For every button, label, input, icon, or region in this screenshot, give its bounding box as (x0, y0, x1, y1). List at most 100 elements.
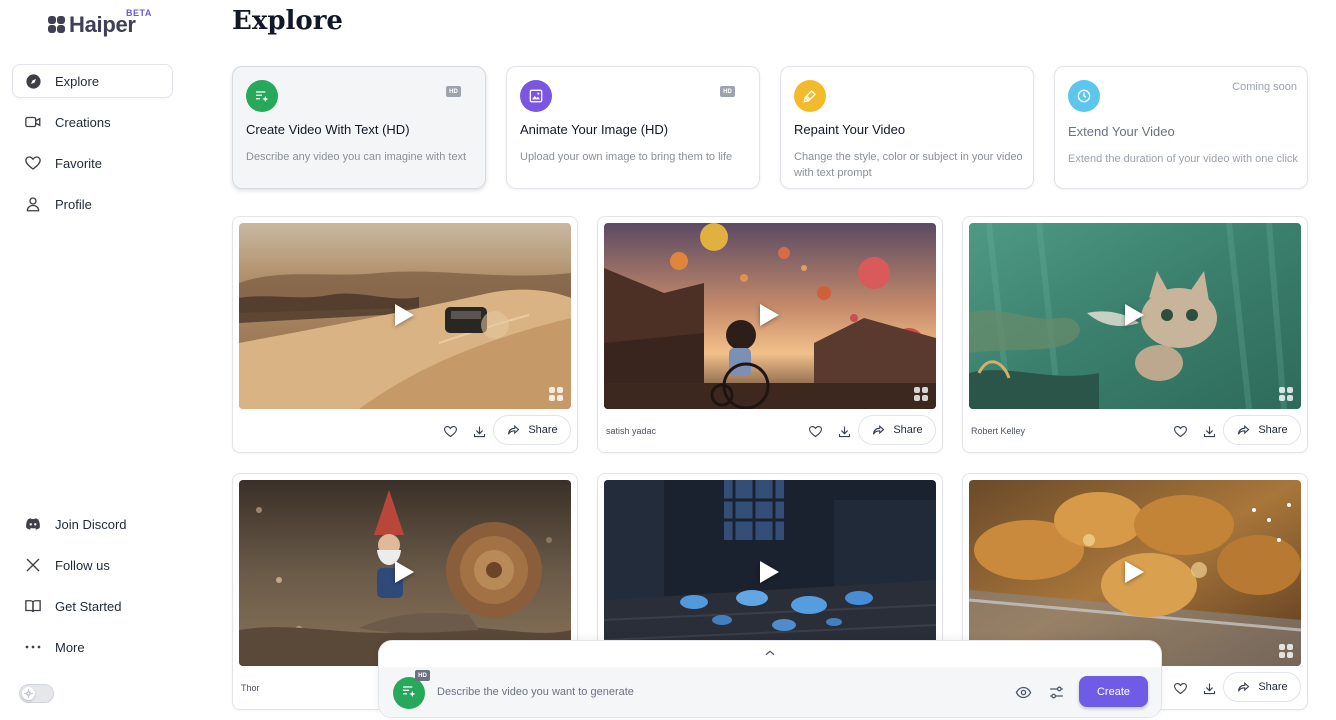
heart-icon (24, 154, 42, 172)
hd-badge: HD (415, 670, 430, 681)
play-icon[interactable] (1125, 304, 1144, 326)
haiper-logo-mark-icon (48, 16, 66, 34)
sidebar-item-label: Favorite (55, 155, 102, 171)
download-icon[interactable] (1199, 421, 1219, 441)
hd-badge: HD (720, 86, 735, 97)
heart-icon[interactable] (440, 421, 460, 441)
author-name[interactable]: Robert Kelley (971, 426, 1025, 436)
video-thumbnail[interactable] (239, 223, 571, 409)
sidebar-item-label: Explore (55, 73, 100, 89)
feature-desc: Upload your own image to bring them to l… (520, 151, 733, 163)
download-icon[interactable] (469, 421, 489, 441)
card-footer: Share (233, 415, 577, 447)
image-icon (520, 80, 552, 112)
play-icon[interactable] (760, 561, 779, 583)
sidebar-item-label: More (55, 639, 85, 655)
video-thumbnail[interactable] (969, 223, 1301, 409)
user-icon (24, 195, 42, 213)
beta-badge: BETA (126, 8, 152, 18)
chevron-up-icon (763, 645, 777, 663)
theme-toggle[interactable] (19, 684, 54, 703)
clock-icon (1068, 80, 1100, 112)
sidebar-item-favorite[interactable]: Favorite (12, 146, 173, 180)
download-icon[interactable] (834, 421, 854, 441)
prompt-bar: HD Create (378, 640, 1162, 718)
sidebar-item-explore[interactable]: Explore (12, 64, 173, 98)
heart-icon[interactable] (805, 421, 825, 441)
haiper-watermark-icon (1279, 644, 1293, 658)
share-label: Share (528, 424, 558, 436)
share-label: Share (893, 424, 923, 436)
play-icon[interactable] (760, 304, 779, 326)
author-name[interactable]: satish yadac (606, 426, 656, 436)
haiper-watermark-icon (549, 387, 563, 401)
download-icon[interactable] (1199, 678, 1219, 698)
haiper-logo[interactable]: Haiper BETA (48, 8, 151, 38)
card-footer: Robert Kelley Share (963, 415, 1307, 447)
settings-sliders-icon[interactable] (1046, 682, 1066, 702)
feature-card-create-video[interactable]: HD Create Video With Text (HD) Describe … (232, 66, 486, 189)
feature-title: Animate Your Image (HD) (520, 122, 669, 137)
feature-title: Repaint Your Video (794, 122, 906, 137)
play-icon[interactable] (395, 304, 414, 326)
compass-icon (24, 72, 42, 90)
text-to-video-icon (401, 683, 417, 704)
haiper-watermark-icon (1279, 387, 1293, 401)
heart-icon[interactable] (1170, 421, 1190, 441)
share-button[interactable]: Share (858, 415, 936, 445)
sidebar-item-profile[interactable]: Profile (12, 187, 173, 221)
sidebar-item-label: Join Discord (55, 516, 127, 532)
video-card: satish yadac Share (597, 216, 943, 453)
haiper-watermark-icon (914, 387, 928, 401)
heart-icon[interactable] (1170, 678, 1190, 698)
play-icon[interactable] (1125, 561, 1144, 583)
sidebar: Haiper BETA Explore Creations Favorite P… (0, 0, 190, 720)
feature-desc: Change the style, color or subject in yo… (794, 151, 1023, 179)
main-nav: Explore Creations Favorite Profile (12, 64, 173, 228)
share-button[interactable]: Share (1223, 415, 1301, 445)
sidebar-item-get-started[interactable]: Get Started (12, 589, 173, 623)
sidebar-item-follow-us[interactable]: Follow us (12, 548, 173, 582)
sidebar-item-label: Creations (55, 114, 111, 130)
x-logo-icon (24, 556, 42, 574)
video-thumbnail[interactable] (604, 223, 936, 409)
share-label: Share (1258, 424, 1288, 436)
discord-icon (24, 515, 42, 533)
feature-card-animate-image[interactable]: HD Animate Your Image (HD) Upload your o… (506, 66, 760, 189)
share-button[interactable]: Share (493, 415, 571, 445)
feature-card-extend-video[interactable]: Coming soon Extend Your Video Extend the… (1054, 66, 1308, 189)
prompt-body: HD Create (379, 667, 1161, 717)
share-button[interactable]: Share (1223, 672, 1301, 702)
sun-icon (22, 687, 35, 700)
feature-desc: Extend the duration of your video with o… (1068, 153, 1298, 165)
play-icon[interactable] (395, 561, 414, 583)
video-card: Share (232, 216, 578, 453)
text-to-video-mode-button[interactable] (393, 677, 425, 709)
sidebar-item-creations[interactable]: Creations (12, 105, 173, 139)
more-dots-icon (24, 638, 42, 656)
feature-card-repaint-video[interactable]: Repaint Your Video Change the style, col… (780, 66, 1034, 189)
sidebar-item-label: Follow us (55, 557, 110, 573)
hd-badge: HD (446, 86, 461, 97)
text-to-video-icon (246, 80, 278, 112)
prompt-input[interactable] (437, 680, 997, 704)
card-footer: satish yadac Share (598, 415, 942, 447)
sidebar-item-label: Get Started (55, 598, 122, 614)
create-button[interactable]: Create (1079, 676, 1148, 707)
feature-cards: HD Create Video With Text (HD) Describe … (232, 66, 1308, 189)
video-thumbnail[interactable] (604, 480, 936, 666)
eye-icon[interactable] (1013, 682, 1033, 702)
sidebar-item-join-discord[interactable]: Join Discord (12, 507, 173, 541)
page-title: Explore (232, 6, 343, 36)
expand-prompt-button[interactable] (379, 641, 1161, 667)
share-label: Share (1258, 681, 1288, 693)
feature-title: Create Video With Text (HD) (246, 122, 410, 137)
video-thumbnail[interactable] (239, 480, 571, 666)
sidebar-item-more[interactable]: More (12, 630, 173, 664)
book-icon (24, 597, 42, 615)
video-card: Robert Kelley Share (962, 216, 1308, 453)
author-name[interactable]: Thor (241, 683, 260, 693)
feature-desc: Describe any video you can imagine with … (246, 151, 467, 163)
video-thumbnail[interactable] (969, 480, 1301, 666)
coming-soon-label: Coming soon (1232, 81, 1297, 93)
